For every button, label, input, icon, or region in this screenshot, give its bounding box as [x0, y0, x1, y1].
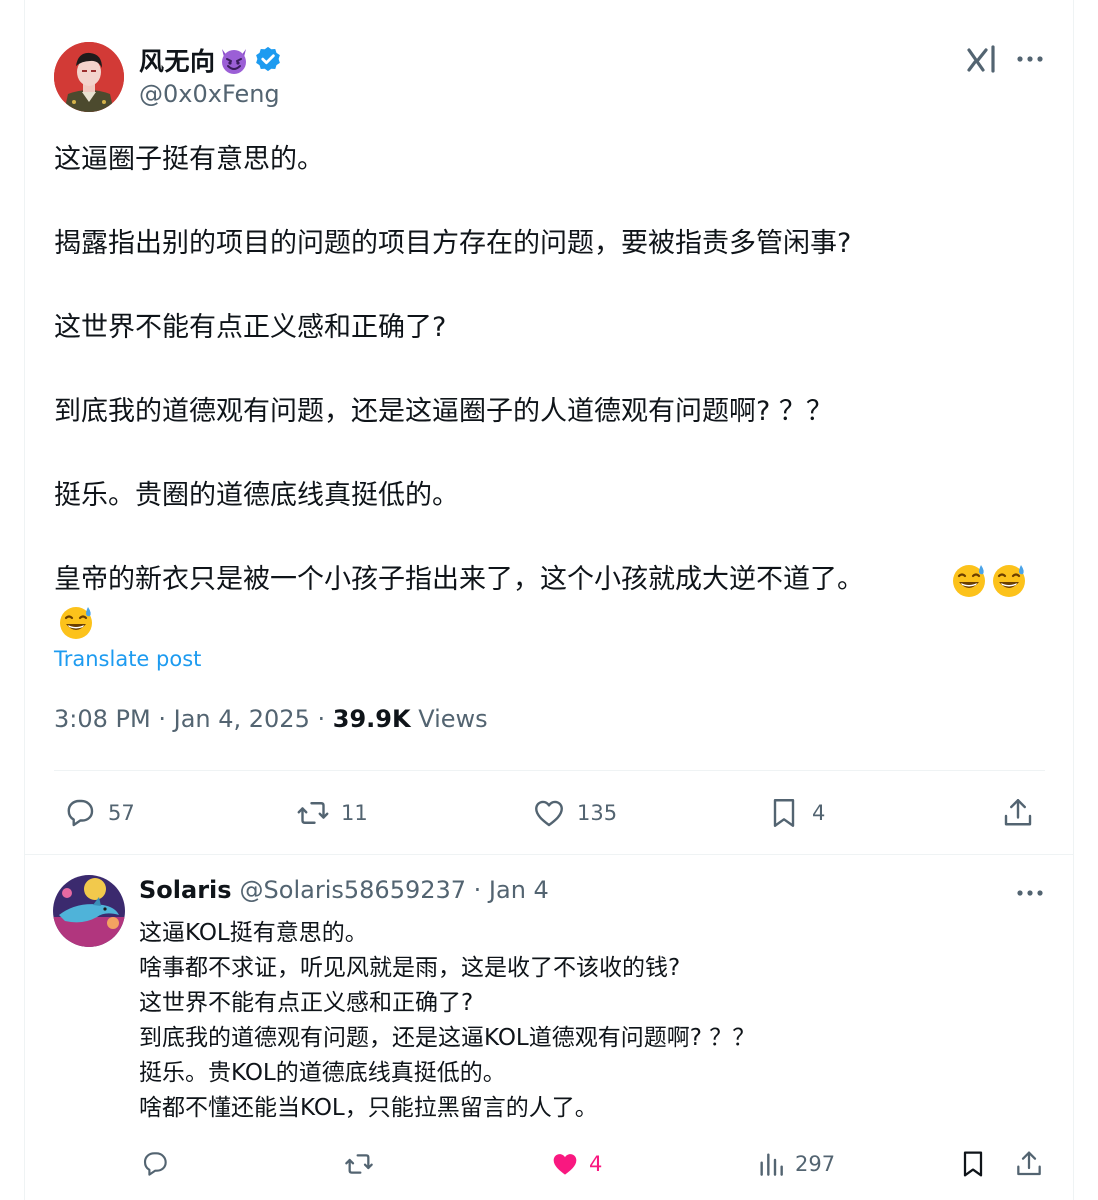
tweet-text-line: 挺乐。贵圈的道德底线真挺低的。: [54, 480, 459, 511]
timeline-column: [24, 0, 1074, 1200]
share-icon: [1004, 799, 1032, 826]
tweet-time[interactable]: 3:08 PM: [54, 705, 151, 733]
reply-text-line: 到底我的道德观有问题，还是这逼KOL道德观有问题啊? ？？: [139, 1025, 756, 1051]
reply-count: 57: [108, 801, 135, 825]
reply-action-bar: 4 297: [139, 1142, 1051, 1186]
reply-header: Solaris @Solaris58659237 · Jan 4: [139, 876, 549, 904]
reply-text-line: 啥事都不求证，听见风就是雨，这是收了不该收的钱?: [139, 955, 681, 981]
grok-xai-icon[interactable]: [966, 44, 998, 74]
share-icon: [1017, 1151, 1041, 1176]
reply-button[interactable]: 57: [62, 790, 135, 836]
reply-text-line: 挺乐。贵KOL的道德底线真挺低的。: [139, 1060, 506, 1086]
grinning-sweat-emoji-icon: [990, 561, 1028, 599]
author-name-row[interactable]: 风无向: [139, 43, 283, 77]
more-options-icon[interactable]: [1014, 47, 1046, 71]
bookmark-icon: [773, 799, 795, 827]
repost-icon: [345, 1154, 373, 1174]
heart-icon: [535, 800, 563, 827]
translate-post-link[interactable]: Translate post: [54, 647, 201, 671]
author-handle[interactable]: @0x0xFeng: [139, 80, 280, 108]
tweet-meta: 3:08 PM · Jan 4, 2025 · 39.9K Views: [54, 705, 488, 733]
smiling-devil-emoji-icon: [218, 45, 250, 75]
analytics-bar-icon: [760, 1153, 783, 1176]
tweet-date[interactable]: Jan 4, 2025: [174, 705, 310, 733]
tweet-text-line: 到底我的道德观有问题，还是这逼圈子的人道德观有问题啊? ？？: [54, 396, 833, 427]
bookmark-icon: [963, 1151, 983, 1177]
tweet-text-line: 这世界不能有点正义感和正确了?: [54, 312, 447, 343]
like-button[interactable]: 135: [531, 790, 617, 836]
share-button[interactable]: [1000, 790, 1036, 836]
tweet-text-line: 揭露指出别的项目的问题的项目方存在的问题，要被指责多管闲事?: [54, 228, 852, 259]
tweet-text-line: 皇帝的新衣只是被一个小孩子指出来了，这个小孩就成大逆不道了。: [54, 564, 864, 595]
views-label: Views: [418, 705, 488, 733]
like-count: 135: [577, 801, 618, 825]
tweet-text-line: 这逼圈子挺有意思的。: [54, 144, 324, 175]
reply-display-name[interactable]: Solaris: [139, 876, 232, 904]
more-options-icon[interactable]: [1014, 881, 1046, 905]
reply-author-avatar[interactable]: [53, 875, 125, 947]
reply-icon: [67, 799, 94, 827]
verified-badge-icon[interactable]: [253, 45, 283, 75]
author-avatar[interactable]: [54, 42, 124, 112]
divider: [54, 770, 1045, 771]
meta-separator: ·: [317, 705, 333, 733]
repost-button[interactable]: 11: [295, 790, 368, 836]
grinning-sweat-emoji-icon: [950, 561, 988, 599]
reply-like-count: 4: [589, 1152, 603, 1176]
bookmark-button[interactable]: 4: [766, 790, 825, 836]
reply-repost-button[interactable]: [343, 1142, 375, 1186]
divider: [25, 854, 1074, 855]
reply-views-button[interactable]: 297: [755, 1142, 835, 1186]
reply-like-button[interactable]: 4: [549, 1142, 602, 1186]
reply-text-line: 啥都不懂还能当KOL，只能拉黑留言的人了。: [139, 1095, 598, 1121]
bookmark-count: 4: [812, 801, 826, 825]
views-count: 39.9K: [332, 705, 411, 733]
reply-text-line: 这逼KOL挺有意思的。: [139, 920, 368, 946]
repost-count: 11: [341, 801, 368, 825]
reply-handle-date[interactable]: @Solaris58659237 · Jan 4: [240, 876, 549, 904]
grinning-sweat-emoji-icon: [57, 603, 95, 641]
reply-reply-button[interactable]: [139, 1142, 171, 1186]
tweet-action-bar: 57 11 135 4: [54, 790, 1044, 836]
reply-text-line: 这世界不能有点正义感和正确了?: [139, 990, 474, 1016]
reply-share-button[interactable]: [1013, 1142, 1045, 1186]
heart-filled-icon: [553, 1154, 577, 1175]
reply-icon: [143, 1152, 167, 1176]
meta-separator: ·: [158, 705, 174, 733]
repost-icon: [297, 802, 329, 824]
reply-bookmark-button[interactable]: [957, 1142, 989, 1186]
reply-view-count: 297: [795, 1152, 836, 1176]
author-display-name[interactable]: 风无向: [139, 42, 216, 78]
